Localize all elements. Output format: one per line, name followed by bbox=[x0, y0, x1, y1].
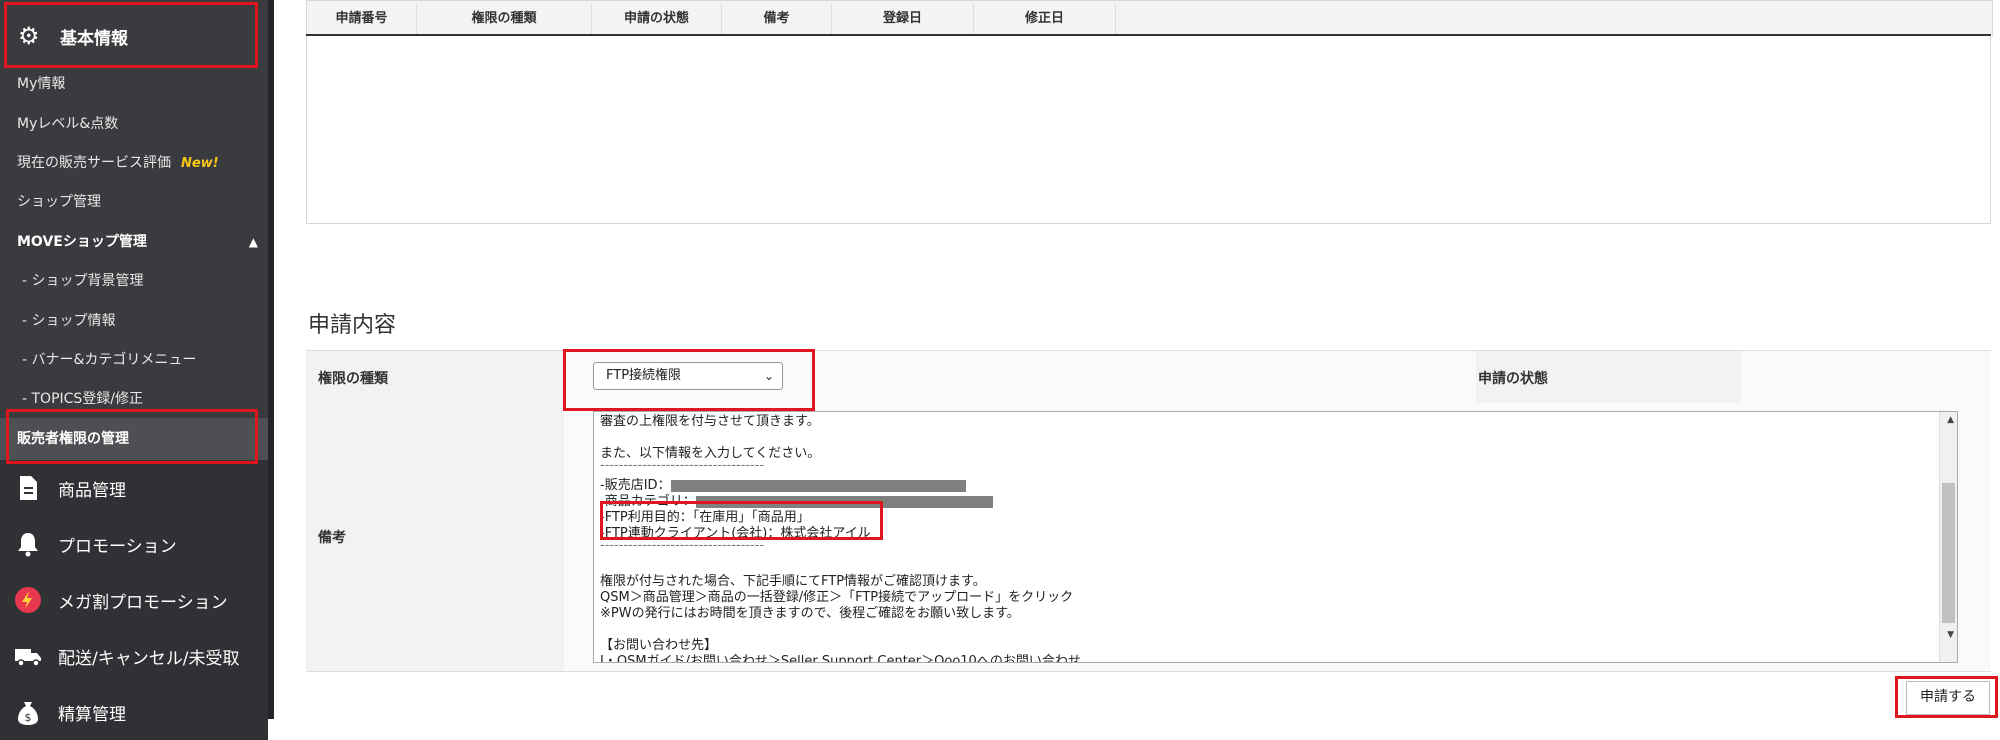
table-body bbox=[306, 36, 1991, 224]
collapse-arrow-icon: ▲ bbox=[248, 235, 258, 249]
type-label: 権限の種類 bbox=[318, 371, 388, 387]
status-label: 申請の状態 bbox=[1478, 371, 1548, 387]
sidebar-item-product-management[interactable]: 商品管理 bbox=[0, 460, 268, 516]
highlight-box bbox=[4, 2, 258, 68]
sidebar-item-shop-info[interactable]: - ショップ情報 bbox=[0, 301, 268, 341]
highlight-box bbox=[600, 501, 883, 540]
svg-text:$: $ bbox=[25, 711, 32, 724]
sidebar: ⚙ 基本情報 My情報 Myレベル&点数 現在の販売サービス評価 New! ショッ… bbox=[0, 0, 268, 740]
truck-icon bbox=[15, 649, 41, 667]
sidebar-item-my-level[interactable]: Myレベル&点数 bbox=[0, 104, 268, 144]
sidebar-item-my-info[interactable]: My情報 bbox=[0, 64, 268, 104]
scroll-thumb[interactable] bbox=[1942, 483, 1955, 623]
column-header[interactable]: 修正日 bbox=[974, 3, 1116, 35]
column-header[interactable]: 申請の状態 bbox=[592, 3, 722, 35]
sidebar-item-settlement[interactable]: $ 精算管理 bbox=[0, 684, 268, 740]
form-row-type: 権限の種類 申請の状態 bbox=[306, 350, 1991, 404]
column-header[interactable]: 権限の種類 bbox=[417, 3, 592, 35]
sidebar-item-shipping[interactable]: 配送/キャンセル/未受取 bbox=[0, 628, 268, 684]
scroll-up-icon[interactable]: ▲ bbox=[1947, 415, 1954, 425]
table-header: 申請番号 権限の種類 申請の状態 備考 登録日 修正日 bbox=[306, 0, 1993, 37]
note-label: 備考 bbox=[318, 530, 346, 546]
highlight-box bbox=[6, 409, 258, 464]
new-badge: New! bbox=[181, 156, 219, 171]
highlight-box bbox=[563, 349, 815, 411]
sidebar-scrollbar[interactable] bbox=[268, 0, 274, 719]
column-header[interactable]: 備考 bbox=[722, 3, 832, 35]
scroll-down-icon[interactable]: ▼ bbox=[1947, 630, 1954, 640]
section-title: 申請内容 bbox=[308, 313, 397, 338]
column-header[interactable]: 申請番号 bbox=[307, 3, 417, 35]
sidebar-item-shop-management[interactable]: ショップ管理 bbox=[0, 182, 268, 222]
lightning-icon bbox=[15, 587, 41, 613]
sidebar-item-shop-background[interactable]: - ショップ背景管理 bbox=[0, 261, 268, 301]
bell-icon bbox=[18, 533, 38, 557]
sidebar-item-banner-category[interactable]: - バナー&カテゴリメニュー bbox=[0, 340, 268, 380]
highlight-box bbox=[1895, 676, 1998, 718]
document-icon bbox=[20, 476, 37, 500]
column-header[interactable]: 登録日 bbox=[832, 3, 974, 35]
sidebar-item-move-shop[interactable]: MOVEショップ管理 ▲ bbox=[0, 222, 268, 262]
money-bag-icon: $ bbox=[18, 702, 38, 725]
sidebar-item-promotion[interactable]: プロモーション bbox=[0, 516, 268, 572]
textarea-scrollbar[interactable]: ▲ ▼ bbox=[1939, 412, 1957, 662]
sidebar-item-service-rating[interactable]: 現在の販売サービス評価 New! bbox=[0, 143, 268, 183]
sidebar-item-mega-promotion[interactable]: メガ割プロモーション bbox=[0, 572, 268, 628]
